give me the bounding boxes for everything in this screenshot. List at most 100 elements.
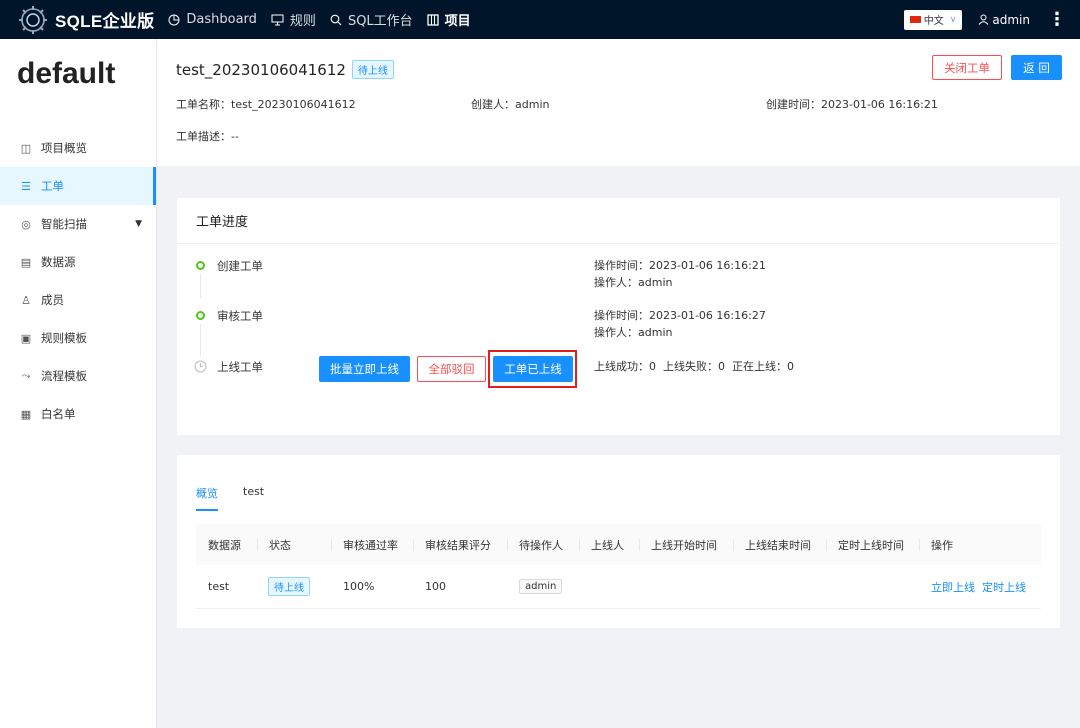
chevron-down-icon: ▼ [135,219,142,229]
brand-name: SQLE企业版 [55,12,155,31]
pie-chart-icon [168,14,180,25]
username: admin [992,12,1030,27]
order-name-field: 工单名称：test_20230106041612 [176,98,356,111]
sidebar-item-label: 数据源 [41,255,76,269]
sidebar-item-overview[interactable]: ◫ 项目概览 [0,129,156,167]
user-menu[interactable]: admin [978,13,1030,27]
column-header: 数据源 [208,538,241,552]
mark-launched-button[interactable]: 工单已上线 [493,356,573,382]
nav-rules[interactable]: 规则 [271,0,316,39]
scheduled-launch-link[interactable]: 定时上线 [982,579,1026,595]
step-done-dot [196,311,205,320]
column-header: 审核通过率 [343,538,398,552]
step-launch-label: 上线工单 [217,360,263,374]
language-label: 中文 [923,16,944,27]
sidebar-item-flow-templates[interactable]: ⤳ 流程模板 [0,357,156,395]
sidebar-item-label: 流程模板 [41,369,87,383]
column-header: 待操作人 [519,538,563,552]
database-icon: ▤ [20,255,32,269]
nav-dashboard[interactable]: Dashboard [168,0,257,39]
list-icon: ☰ [21,179,31,193]
overview-icon: ◫ [20,141,32,155]
cell-datasource: test [208,580,230,593]
operator-tag: admin [519,579,563,594]
sidebar-menu: ◫ 项目概览 ☰ 工单 ◎ 智能扫描 ▼ ▤ 数据源 ♙ 成员 ▣ 规则模板 ⤳… [0,129,156,433]
nav-dashboard-label: Dashboard [186,12,257,27]
column-header: 上线人 [591,538,624,552]
project-name: default [17,57,116,90]
step-review-operator: 操作人：admin [594,326,673,339]
tab-test[interactable]: test [243,485,264,511]
timeline-connector [200,274,201,298]
datasource-table: 数据源 状态 审核通过率 审核结果评分 待操作人 上线人 上线开始时间 上线结束… [196,524,1041,609]
sidebar-item-members[interactable]: ♙ 成员 [0,281,156,319]
user-icon: ♙ [21,293,31,307]
column-divider [413,539,414,551]
sidebar-item-label: 规则模板 [41,331,87,345]
status-badge: 待上线 [268,577,310,596]
column-divider [507,539,508,551]
search-icon [330,14,342,25]
step-review-label: 审核工单 [217,309,263,323]
column-divider [919,539,920,551]
nav-project-label: 项目 [444,14,471,29]
column-header: 操作 [931,538,953,552]
column-header: 上线开始时间 [651,538,717,552]
sidebar-item-whitelist[interactable]: ▦ 白名单 [0,395,156,433]
column-header: 定时上线时间 [838,538,904,552]
nav-sql-workbench-label: SQL工作台 [347,14,413,29]
column-header: 状态 [269,538,291,552]
sidebar-item-datasource[interactable]: ▤ 数据源 [0,243,156,281]
chevron-down-icon: ∨ [949,14,957,25]
user-icon [979,14,989,25]
step-create-info: 操作时间：2023-01-06 16:16:21 操作人：admin [594,257,766,291]
column-divider [257,539,258,551]
sidebar-item-label: 工单 [41,179,64,193]
launch-stats: 上线成功：0 上线失败：0 正在上线：0 [594,360,794,373]
order-header: test_20230106041612 待上线 关闭工单 返 回 工单名称：te… [157,39,1080,166]
step-create-operator: 操作人：admin [594,276,673,289]
scan-icon: ◎ [21,217,31,231]
back-button[interactable]: 返 回 [1011,55,1062,80]
rule-template-icon: ▣ [20,331,32,345]
sidebar-item-orders[interactable]: ☰ 工单 [0,167,156,205]
sidebar-item-label: 项目概览 [41,141,87,155]
main-nav: Dashboard 规则 SQL工作台 项目 [168,0,484,39]
sidebar-item-label: 白名单 [41,407,76,421]
created-time-field: 创建时间：2023-01-06 16:16:21 [766,98,938,111]
sidebar-item-smart-scan[interactable]: ◎ 智能扫描 ▼ [0,205,156,243]
reject-all-button[interactable]: 全部驳回 [417,356,486,382]
logo[interactable]: SQLE企业版 [18,5,154,35]
close-order-button[interactable]: 关闭工单 [932,55,1002,80]
tab-overview[interactable]: 概览 [196,485,218,511]
top-right-tools: 中文 ∨ admin ⋮ [903,0,1066,39]
nav-project[interactable]: 项目 [427,0,471,39]
sidebar-item-label: 智能扫描 [41,217,87,231]
whitelist-icon: ▦ [20,407,32,421]
monitor-icon [271,14,284,25]
status-badge: 待上线 [351,60,394,79]
launch-now-link[interactable]: 立即上线 [931,579,975,595]
column-divider [733,539,734,551]
flow-icon: ⤳ [21,369,31,382]
table-row: test 待上线 100% 100 admin 立即上线 定时上线 [196,565,1041,609]
clock-icon [194,360,207,373]
top-navigation-bar: SQLE企业版 Dashboard 规则 SQL工作台 项目 中文 ∨ admi… [0,0,1080,39]
overview-card: 概览 test 数据源 状态 审核通过率 审核结果评分 待操作人 上线人 上线开… [177,455,1060,628]
column-divider [579,539,580,551]
batch-launch-now-button[interactable]: 批量立即上线 [319,356,410,382]
project-icon [427,13,439,26]
step-create-time: 操作时间：2023-01-06 16:16:21 [594,259,766,272]
language-select[interactable]: 中文 ∨ [903,9,963,30]
sidebar-item-rule-templates[interactable]: ▣ 规则模板 [0,319,156,357]
order-description-field: 工单描述：-- [176,130,239,143]
cell-score: 100 [425,580,446,593]
tabs: 概览 test [196,485,289,511]
more-menu-icon[interactable]: ⋮ [1048,10,1066,29]
progress-title: 工单进度 [177,198,1060,244]
creator-field: 创建人：admin [471,98,550,111]
nav-sql-workbench[interactable]: SQL工作台 [330,0,413,39]
order-title: test_20230106041612 待上线 [176,60,394,79]
column-header: 上线结束时间 [745,538,811,552]
column-header: 审核结果评分 [425,538,491,552]
